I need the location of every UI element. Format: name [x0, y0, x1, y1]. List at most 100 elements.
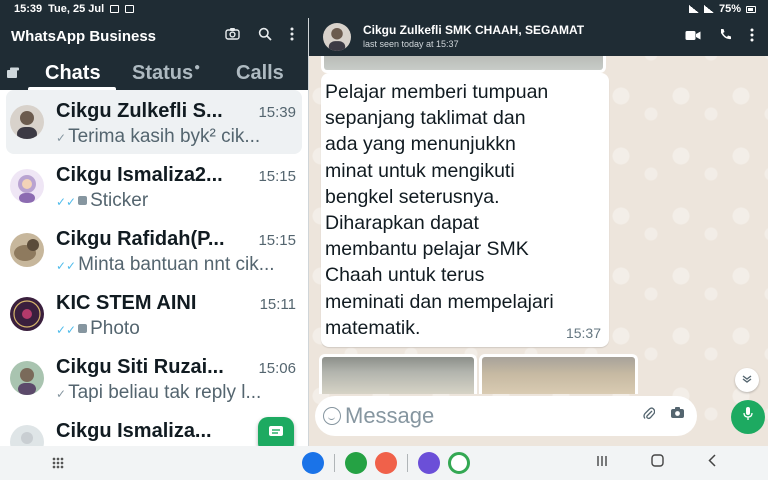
- status-time: 15:39: [14, 3, 43, 15]
- attach-icon[interactable]: [643, 406, 656, 425]
- contact-name[interactable]: Cikgu Zulkefli SMK CHAAH, SEGAMAT: [363, 23, 584, 37]
- wifi-icon: [688, 5, 699, 13]
- communities-icon[interactable]: [6, 66, 20, 82]
- last-seen-status: last seen today at 15:37: [363, 39, 459, 49]
- battery-percent: 75%: [718, 3, 741, 15]
- taskbar-dock: [302, 452, 470, 474]
- message-input[interactable]: [345, 402, 645, 430]
- chat-row[interactable]: Cikgu Rafidah(P... 15:15 ✓✓ Minta bantuan…: [0, 218, 308, 282]
- emoji-icon[interactable]: [323, 407, 341, 425]
- dock-separator: [407, 454, 408, 472]
- signal-icon: [703, 5, 714, 13]
- avatar: [10, 169, 44, 203]
- chat-preview-text: Tapi beliau tak reply l...: [68, 382, 262, 403]
- chat-preview-text: Photo: [90, 318, 140, 339]
- chat-row[interactable]: Cikgu Siti Ruzai... 15:06 ✓ Tapi beliau t…: [0, 346, 308, 410]
- chat-time: 15:06: [258, 360, 296, 377]
- avatar: [10, 297, 44, 331]
- system-navigation-bar: [0, 446, 768, 480]
- chat-row[interactable]: Cikgu Zulkefli S... 15:39 ✓ Terima kasih …: [6, 90, 302, 154]
- battery-icon: [746, 5, 756, 13]
- sticker-icon: [78, 196, 88, 205]
- chat-preview-text: Sticker: [90, 190, 149, 211]
- message-time: 15:37: [565, 325, 601, 341]
- voice-message-button[interactable]: [731, 400, 765, 434]
- app-title: WhatsApp Business: [11, 28, 157, 45]
- chat-preview: ✓✓ Sticker: [56, 190, 292, 212]
- dock-separator: [334, 454, 335, 472]
- previous-image-message[interactable]: [321, 56, 606, 73]
- read-tick-icon: ✓✓: [56, 323, 77, 337]
- chat-time: 15:15: [258, 232, 296, 249]
- chat-name: Cikgu Ismaliza...: [56, 420, 212, 442]
- chat-list-pane: WhatsApp Business Chats Status● Calls Ci…: [0, 18, 308, 446]
- tab-bar: Chats Status● Calls: [0, 60, 308, 90]
- home-icon[interactable]: [651, 454, 664, 470]
- status-date: Tue, 25 Jul: [48, 3, 105, 15]
- read-tick-icon: ✓✓: [56, 195, 77, 209]
- chat-name: Cikgu Zulkefli S...: [56, 100, 223, 122]
- more-vert-icon[interactable]: [750, 28, 754, 45]
- sent-tick-icon: ✓: [56, 131, 67, 145]
- contact-avatar[interactable]: [323, 23, 351, 51]
- camera-icon[interactable]: [225, 27, 240, 45]
- camera-icon[interactable]: [670, 406, 685, 423]
- gallery-notification-icon: [110, 5, 120, 13]
- chat-row[interactable]: KIC STEM AINI 15:11 ✓✓ Photo: [0, 282, 308, 346]
- mic-icon: [743, 407, 753, 420]
- voice-call-icon[interactable]: [719, 28, 732, 45]
- chat-preview: ✓✓ Photo: [56, 318, 292, 340]
- back-icon[interactable]: [708, 454, 716, 470]
- chevron-down-icon: [742, 375, 752, 383]
- chat-time: 15:15: [258, 168, 296, 185]
- avatar: [10, 233, 44, 267]
- video-call-icon[interactable]: [685, 28, 701, 45]
- image-thumbnail[interactable]: [319, 354, 477, 394]
- conversation-pane: Cikgu Zulkefli SMK CHAAH, SEGAMAT last s…: [309, 18, 768, 446]
- chat-preview: ✓ Tapi beliau tak reply l...: [56, 382, 292, 404]
- maps-app-icon[interactable]: [448, 452, 470, 474]
- new-chat-icon: [269, 426, 283, 436]
- new-chat-button[interactable]: [258, 417, 294, 446]
- conversation-header[interactable]: Cikgu Zulkefli SMK CHAAH, SEGAMAT last s…: [309, 18, 768, 56]
- internet-app-icon[interactable]: [418, 452, 440, 474]
- app-header: WhatsApp Business Chats Status● Calls: [0, 18, 308, 90]
- image-thumbnail[interactable]: [479, 354, 638, 394]
- whatsapp-business-app-icon[interactable]: [345, 452, 367, 474]
- messages-app-icon[interactable]: [302, 452, 324, 474]
- image-message-group[interactable]: [319, 354, 639, 394]
- chat-name: Cikgu Rafidah(P...: [56, 228, 225, 250]
- status-left: 15:39 Tue, 25 Jul: [14, 3, 135, 15]
- app-drawer-icon[interactable]: [52, 457, 64, 469]
- chat-name: Cikgu Ismaliza2...: [56, 164, 223, 186]
- chat-preview-text: Terima kasih byk² cik...: [68, 126, 261, 147]
- tab-calls[interactable]: Calls: [236, 62, 284, 85]
- chat-time: 15:11: [259, 296, 296, 313]
- sent-tick-icon: ✓: [56, 387, 67, 401]
- more-vert-icon[interactable]: [290, 27, 294, 45]
- message-bubble[interactable]: Pelajar memberi tumpuan sepanjang taklim…: [321, 73, 609, 347]
- tab-status[interactable]: Status●: [132, 62, 200, 85]
- avatar: [10, 425, 44, 446]
- chat-list: Cikgu Zulkefli S... 15:39 ✓ Terima kasih …: [0, 90, 308, 446]
- chat-preview: ✓✓ Minta bantuan nnt cik...: [56, 254, 292, 276]
- status-right: 75%: [688, 3, 756, 15]
- tab-chats[interactable]: Chats: [45, 62, 101, 85]
- avatar: [10, 105, 44, 139]
- compose-bar: [315, 396, 697, 436]
- scroll-down-button[interactable]: [735, 368, 759, 392]
- header-actions: [225, 27, 294, 45]
- chat-row[interactable]: Cikgu Ismaliza2... 15:15 ✓✓ Sticker: [0, 154, 308, 218]
- chat-name: KIC STEM AINI: [56, 292, 197, 314]
- recent-apps-icon[interactable]: [596, 454, 608, 470]
- avatar: [10, 361, 44, 395]
- tab-status-label: Status: [132, 62, 194, 84]
- chat-preview: ✓ Terima kasih byk² cik...: [56, 126, 292, 148]
- message-notification-icon: [125, 5, 135, 13]
- status-update-dot: ●: [194, 62, 201, 73]
- status-bar: 15:39 Tue, 25 Jul 75%: [0, 0, 768, 18]
- search-icon[interactable]: [258, 27, 272, 45]
- contacts-app-icon[interactable]: [375, 452, 397, 474]
- conversation-actions: [685, 28, 754, 45]
- read-tick-icon: ✓✓: [56, 259, 77, 273]
